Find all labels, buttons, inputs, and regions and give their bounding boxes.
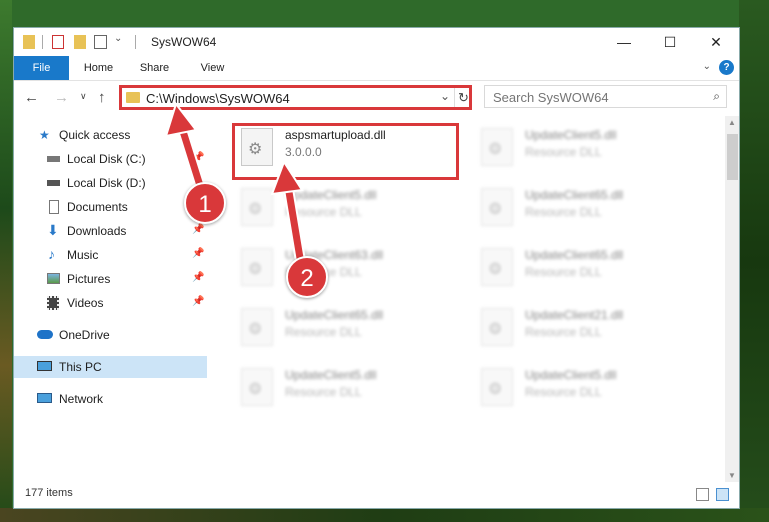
arrow-2-head — [270, 159, 304, 196]
annotation-arrows — [164, 101, 306, 259]
step-badge-1: 1 — [184, 182, 226, 224]
arrow-1-head — [164, 101, 198, 138]
step-badge-2: 2 — [286, 256, 328, 298]
